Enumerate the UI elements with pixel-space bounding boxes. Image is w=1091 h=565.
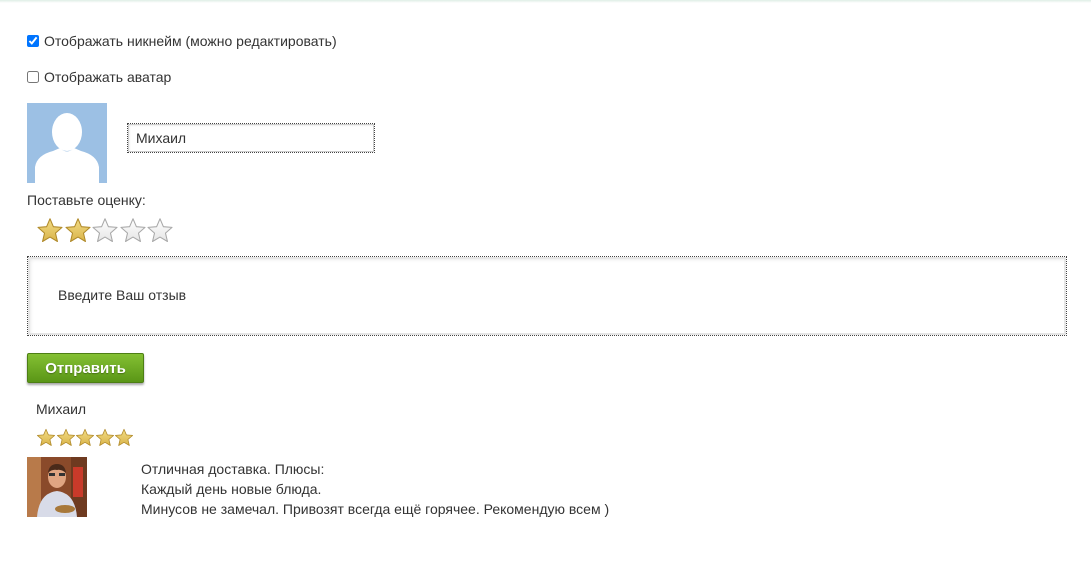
show-avatar-checkbox[interactable] bbox=[27, 71, 39, 83]
rating-input[interactable] bbox=[36, 217, 174, 245]
show-nickname-label: Отображать никнейм (можно редактировать) bbox=[44, 33, 337, 49]
review-textarea[interactable] bbox=[27, 256, 1067, 336]
review-author-photo bbox=[27, 457, 87, 517]
show-nickname-checkbox[interactable] bbox=[27, 35, 39, 47]
star-empty-icon[interactable] bbox=[91, 217, 119, 245]
rating-label: Поставьте оценку: bbox=[27, 192, 146, 208]
star-empty-icon[interactable] bbox=[119, 217, 147, 245]
star-filled-icon bbox=[76, 428, 94, 446]
review-line: Каждый день новые блюда. bbox=[141, 481, 322, 497]
top-border bbox=[0, 0, 1091, 3]
review-line: Отличная доставка. Плюсы: bbox=[141, 461, 325, 477]
nickname-input[interactable] bbox=[127, 123, 375, 153]
star-filled-icon bbox=[115, 428, 133, 446]
review-author: Михаил bbox=[36, 401, 87, 417]
review-line: Минусов не замечал. Привозят всегда ещё … bbox=[141, 501, 610, 517]
star-filled-icon bbox=[56, 428, 75, 446]
submit-button[interactable]: Отправить bbox=[27, 353, 144, 383]
review-text: Отличная доставка. Плюсы: Каждый день но… bbox=[141, 459, 609, 519]
star-empty-icon[interactable] bbox=[146, 217, 174, 245]
show-nickname-option[interactable]: Отображать никнейм (можно редактировать) bbox=[27, 33, 337, 49]
avatar-placeholder-icon bbox=[27, 103, 107, 183]
show-avatar-option[interactable]: Отображать аватар bbox=[27, 69, 171, 85]
star-filled-icon bbox=[95, 428, 114, 446]
review-rating bbox=[36, 428, 134, 448]
show-avatar-label: Отображать аватар bbox=[44, 69, 172, 85]
star-filled-icon[interactable] bbox=[36, 217, 64, 245]
star-filled-icon bbox=[37, 428, 55, 446]
star-filled-icon[interactable] bbox=[64, 217, 92, 245]
